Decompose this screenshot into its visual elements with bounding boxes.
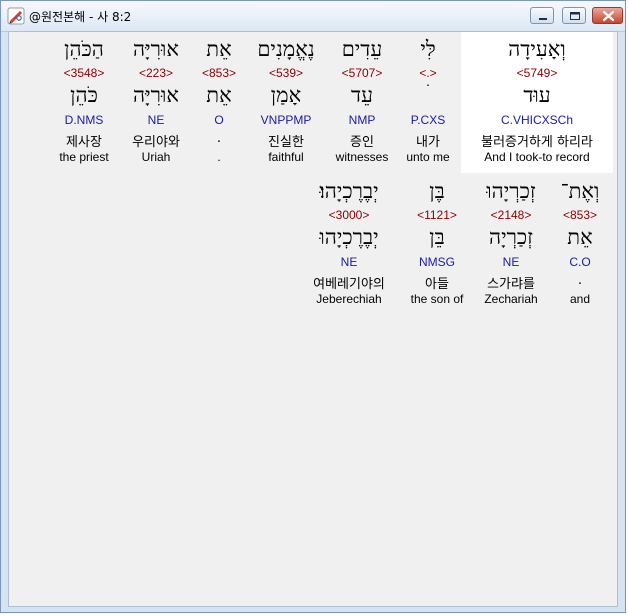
parsing-code: NMSG xyxy=(419,255,455,269)
hebrew-word: וְאָעִידָה xyxy=(508,37,566,61)
strong-number[interactable]: <853> xyxy=(195,66,243,80)
hebrew-lemma: אֵת xyxy=(567,225,593,249)
hebrew-word: וְאֶת־ xyxy=(560,179,600,203)
word-2[interactable]: עֵדִים <5707> עֵד NMP 증인 witnesses xyxy=(329,32,395,173)
hebrew-lemma: כֹּהֵן xyxy=(70,83,98,107)
english-gloss: the son of xyxy=(410,292,464,306)
english-gloss: And I took-to record xyxy=(484,150,590,164)
strong-number[interactable]: <1121> xyxy=(403,208,471,222)
close-button[interactable] xyxy=(592,7,623,24)
hebrew-word: יְבֶרֶכְיָהוּ׃ xyxy=(319,179,379,203)
minimize-icon xyxy=(539,18,547,20)
english-gloss: Jeberechiah xyxy=(316,292,382,306)
word-1[interactable]: זְכַרְיָהוּ <2148> זְכַרְיָה NE 스가랴를 Zec… xyxy=(475,174,547,315)
hebrew-word: עֵדִים xyxy=(341,37,383,61)
strong-number[interactable]: <539> xyxy=(247,66,325,80)
korean-gloss: 여베레기야의 xyxy=(313,277,385,292)
word-4[interactable]: אֵת <853> אֵת O . . xyxy=(195,32,243,173)
word-6[interactable]: הַכֹּהֵן <3548> כֹּהֵן D.NMS 제사장 the pri… xyxy=(49,32,119,173)
strong-number[interactable]: <3548> xyxy=(49,66,119,80)
parsing-code: NE xyxy=(502,255,520,269)
hebrew-lemma: יְבֶרֶכְיָהוּ xyxy=(319,225,379,249)
strong-number[interactable]: <.> xyxy=(399,66,457,80)
word-0[interactable]: וְאָעִידָה <5749> עוּד C.VHICXSCh 불러증거하게… xyxy=(461,32,613,173)
korean-gloss: 불러증거하게 하리라 xyxy=(481,135,593,150)
korean-gloss: . xyxy=(216,131,222,146)
word-3[interactable]: יְבֶרֶכְיָהוּ׃ <3000> יְבֶרֶכְיָהוּ NE 여… xyxy=(299,174,399,315)
hebrew-lemma: אֵת xyxy=(206,83,232,107)
window-title: @원전본해 - 사 8:2 xyxy=(29,10,132,24)
word-0[interactable]: וְאֶת־ <853> אֵת C.O . and xyxy=(551,174,609,315)
strong-number[interactable]: <853> xyxy=(551,208,609,222)
hebrew-word: נֶאֱמָנִים xyxy=(257,37,315,61)
app-window: @원전본해 - 사 8:2 וְאָעִידָה <5749> עוּד C.V… xyxy=(0,0,626,613)
hebrew-lemma: בֵּן xyxy=(429,225,445,249)
english-gloss: faithful xyxy=(268,150,304,164)
english-gloss: Uriah xyxy=(141,150,171,164)
maximize-icon xyxy=(570,12,580,20)
parsing-code: NMP xyxy=(348,113,376,127)
parsing-code: D.NMS xyxy=(64,113,104,127)
strong-number[interactable]: <3000> xyxy=(299,208,399,222)
english-gloss: and xyxy=(569,292,591,306)
strong-number[interactable]: <2148> xyxy=(475,208,547,222)
parsing-code: C.VHICXSCh xyxy=(500,113,574,127)
maximize-button[interactable] xyxy=(562,7,586,24)
strong-number[interactable]: <5749> xyxy=(461,66,613,80)
parsing-code: NE xyxy=(340,255,358,269)
english-gloss: . xyxy=(217,150,221,164)
korean-gloss: 아들 xyxy=(425,277,449,292)
korean-gloss: 제사장 xyxy=(66,135,102,150)
hebrew-lemma: עוּד xyxy=(523,83,551,107)
korean-gloss: 증인 xyxy=(350,135,374,150)
parsing-code: VNPPMP xyxy=(260,113,312,127)
hebrew-word: זְכַרְיָהוּ xyxy=(486,179,536,203)
word-2[interactable]: בֶּן <1121> בֵּן NMSG 아들 the son of xyxy=(403,174,471,315)
app-icon[interactable] xyxy=(7,7,25,25)
hebrew-word: הַכֹּהֵן xyxy=(64,37,104,61)
word-3[interactable]: נֶאֱמָנִים <539> אָמַן VNPPMP 진실한 faithf… xyxy=(247,32,325,173)
korean-gloss: 진실한 xyxy=(268,135,304,150)
english-gloss: Zechariah xyxy=(484,292,538,306)
hebrew-word: בֶּן xyxy=(429,179,445,203)
hebrew-lemma: זְכַרְיָה xyxy=(488,225,534,249)
interlinear-view[interactable]: וְאָעִידָה <5749> עוּד C.VHICXSCh 불러증거하게… xyxy=(8,31,618,607)
hebrew-word: אֵת xyxy=(206,37,232,61)
korean-gloss: 스가랴를 xyxy=(487,277,535,292)
parsing-code: O xyxy=(214,113,224,127)
hebrew-word: לִּי xyxy=(420,37,436,61)
english-gloss: the priest xyxy=(59,150,109,164)
korean-gloss: . xyxy=(577,273,583,288)
minimize-button[interactable] xyxy=(530,7,554,24)
strong-number[interactable]: <223> xyxy=(121,66,191,80)
hebrew-lemma: ׄ xyxy=(399,83,457,107)
hebrew-lemma: אָמַן xyxy=(270,83,302,107)
korean-gloss: 내가 xyxy=(416,135,440,150)
hebrew-lemma: עֵד xyxy=(351,83,373,107)
english-gloss: unto me xyxy=(406,150,450,164)
close-icon xyxy=(602,10,615,22)
parsing-code: NE xyxy=(147,113,165,127)
title-bar[interactable]: @원전본해 - 사 8:2 xyxy=(1,1,625,32)
word-5[interactable]: אוּרִיָּה <223> אוּרִיָּה NE 우리야와 Uriah xyxy=(121,32,191,173)
word-1[interactable]: לִּי <.> ׄ P.CXS 내가 unto me xyxy=(399,32,457,173)
strong-number[interactable]: <5707> xyxy=(329,66,395,80)
hebrew-lemma: אוּרִיָּה xyxy=(133,83,179,107)
korean-gloss: 우리야와 xyxy=(132,135,180,150)
english-gloss: witnesses xyxy=(335,150,389,164)
hebrew-word: אוּרִיָּה xyxy=(133,37,179,61)
parsing-code: C.O xyxy=(569,255,591,269)
parsing-code: P.CXS xyxy=(410,113,446,127)
